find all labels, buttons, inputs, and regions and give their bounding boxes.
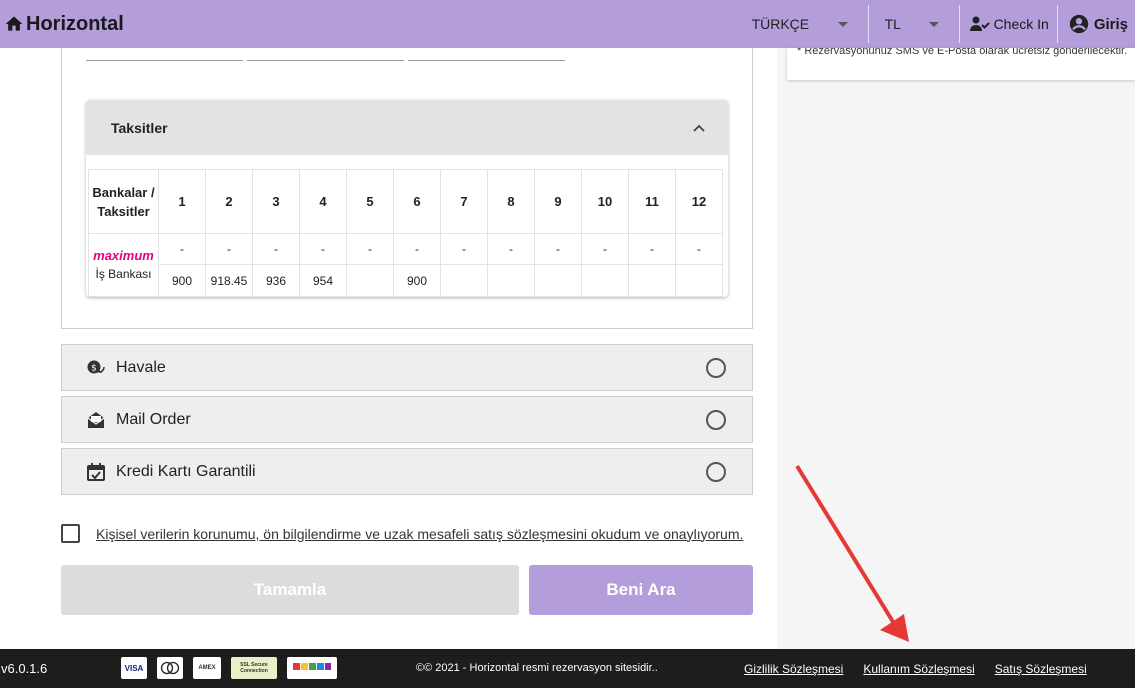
installment-amount-cell [534, 264, 582, 297]
consent-row: Kişisel verilerin korunumu, ön bilgilend… [61, 524, 743, 543]
call-me-button[interactable]: Beni Ara [529, 565, 753, 615]
installment-column-header: 10 [581, 169, 629, 234]
footer-links: Gizlilik Sözleşmesi Kullanım Sözleşmesi … [744, 662, 1107, 676]
installment-cell: - [393, 233, 441, 265]
payment-logos: VISA AMEX SSL Secure Connection [121, 657, 347, 679]
payment-option-havale[interactable]: $ Havale [61, 344, 753, 391]
radio-button[interactable] [706, 462, 726, 482]
home-icon [5, 16, 23, 31]
amex-logo: AMEX [193, 657, 221, 679]
payment-option-credit-card-guaranteed[interactable]: Kredi Kartı Garantili [61, 448, 753, 495]
installment-cell: - [581, 233, 629, 265]
currency-value: TL [884, 16, 901, 32]
secure-payment-icon [293, 663, 331, 670]
table-corner-label: Bankalar / Taksitler [88, 169, 159, 234]
installment-cell: - [205, 233, 253, 265]
privacy-policy-link[interactable]: Gizlilik Sözleşmesi [744, 662, 843, 676]
money-exchange-icon: $ [87, 360, 105, 373]
installments-header[interactable]: Taksitler [86, 100, 728, 155]
installment-cell: - [534, 233, 582, 265]
visa-logo: VISA [121, 657, 147, 679]
ssl-badge: SSL Secure Connection [231, 657, 277, 679]
calendar-check-icon [87, 462, 105, 481]
installment-column-header: 5 [346, 169, 394, 234]
language-value: TÜRKÇE [751, 16, 810, 32]
user-check-icon [969, 16, 990, 31]
chevron-up-icon [693, 124, 705, 132]
language-select[interactable]: TÜRKÇE [752, 0, 868, 48]
installment-amount-cell [628, 264, 676, 297]
check-in-button[interactable]: Check In [960, 0, 1057, 48]
footer: v6.0.1.6 VISA AMEX SSL Secure Connection… [0, 649, 1135, 688]
installment-cell: - [158, 233, 206, 265]
payment-option-mail-order[interactable]: Mail Order [61, 396, 753, 443]
sales-agreement-link[interactable]: Satış Sözleşmesi [995, 662, 1087, 676]
consent-link[interactable]: Kişisel verilerin korunumu, ön bilgilend… [96, 526, 743, 542]
installment-amount-cell: 900 [158, 264, 206, 297]
installment-amount-cell [487, 264, 535, 297]
summary-card: * Rezervasyonunuz SMS ve E-Posta olarak … [787, 48, 1135, 80]
installment-cell: - [299, 233, 347, 265]
installment-cell: - [628, 233, 676, 265]
bank-cell: maximum İş Bankası [88, 233, 159, 297]
installment-column-header: 1 [158, 169, 206, 234]
consent-checkbox[interactable] [61, 524, 80, 543]
radio-button[interactable] [706, 358, 726, 378]
installment-amount-cell: 936 [252, 264, 300, 297]
mastercard-icon [160, 661, 180, 675]
installment-column-header: 6 [393, 169, 441, 234]
copyright-text: ©© 2021 - Horizontal resmi rezervasyon s… [416, 662, 658, 674]
secure-payment-badge [287, 657, 337, 679]
brand-home-link[interactable]: Horizontal [4, 13, 124, 36]
installment-column-header: 2 [205, 169, 253, 234]
installment-amount-cell [675, 264, 723, 297]
installment-cell: - [346, 233, 394, 265]
chevron-down-icon [837, 21, 848, 27]
login-button[interactable]: Giriş [1058, 0, 1135, 48]
svg-text:$: $ [91, 363, 97, 373]
installments-panel: Taksitler Bankalar / Taksitler 123456789… [86, 100, 728, 297]
installment-column-header: 3 [252, 169, 300, 234]
installment-column-header: 4 [299, 169, 347, 234]
installment-column-header: 11 [628, 169, 676, 234]
installments-table: Bankalar / Taksitler 1 2 3 4 5 6 7 8 9 10 11 12 max… [88, 169, 723, 297]
installment-amount-cell: 900 [393, 264, 441, 297]
version-label: v6.0.1.6 [1, 661, 48, 676]
radio-button[interactable] [706, 410, 726, 430]
complete-button[interactable]: Tamamla [61, 565, 519, 615]
payment-option-label: Kredi Kartı Garantili [116, 462, 256, 480]
top-bar: Horizontal TÜRKÇE TL Check In Giriş [0, 0, 1135, 48]
installment-amount-cell: 918.45 [205, 264, 253, 297]
sms-email-note: * Rezervasyonunuz SMS ve E-Posta olarak … [797, 48, 1128, 57]
installment-amount-cell: 954 [299, 264, 347, 297]
installment-amount-cell [440, 264, 488, 297]
installment-amount-cell [346, 264, 394, 297]
chevron-down-icon [928, 21, 939, 27]
mail-open-icon [87, 411, 105, 428]
installment-cell: - [440, 233, 488, 265]
mastercard-logo [157, 657, 183, 679]
installment-cell: - [487, 233, 535, 265]
maximum-logo: maximum [93, 248, 154, 263]
installment-cell: - [675, 233, 723, 265]
installment-cell: - [252, 233, 300, 265]
payment-option-label: Mail Order [116, 410, 191, 428]
terms-of-use-link[interactable]: Kullanım Sözleşmesi [863, 662, 974, 676]
installments-title: Taksitler [111, 119, 168, 136]
bank-name: İş Bankası [95, 267, 152, 281]
payment-option-label: Havale [116, 358, 166, 376]
installment-amount-cell [581, 264, 629, 297]
installment-column-header: 12 [675, 169, 723, 234]
brand-name: Horizontal [26, 12, 124, 35]
installment-column-header: 8 [487, 169, 535, 234]
account-circle-icon [1069, 14, 1088, 34]
installment-column-header: 9 [534, 169, 582, 234]
currency-select[interactable]: TL [869, 0, 959, 48]
installment-column-header: 7 [440, 169, 488, 234]
